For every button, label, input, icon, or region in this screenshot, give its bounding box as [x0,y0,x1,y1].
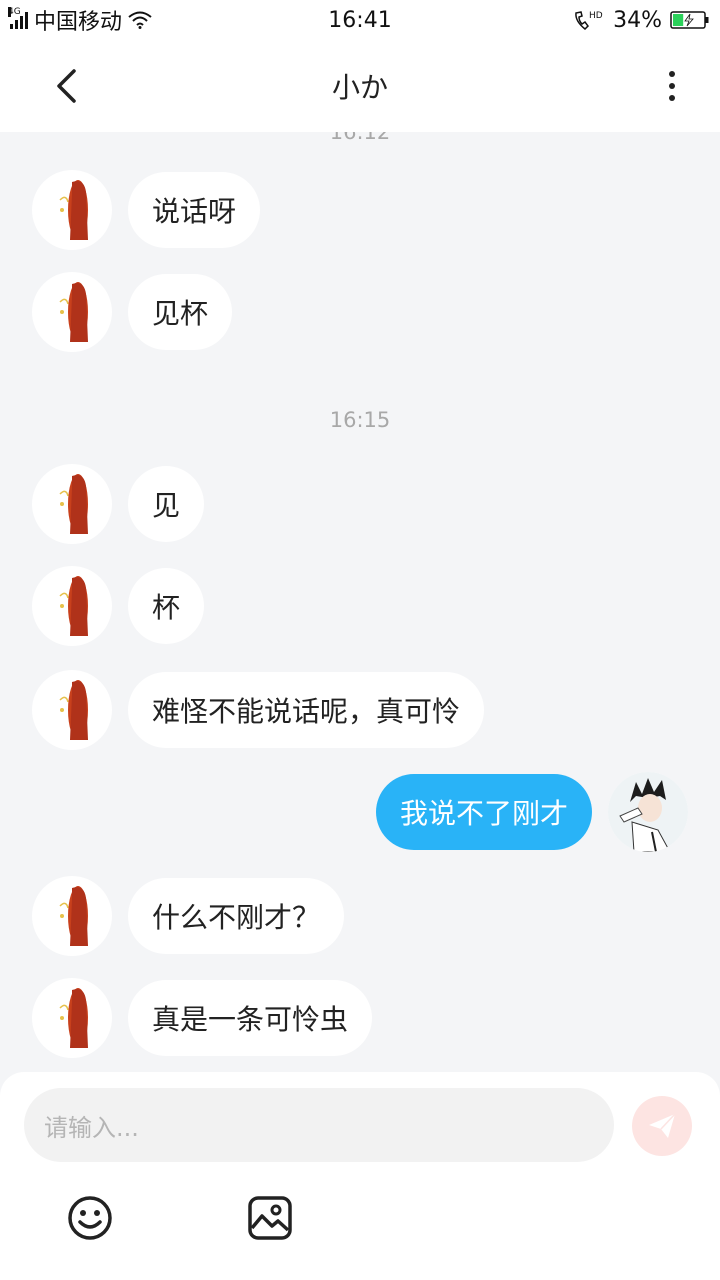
send-button[interactable] [632,1096,692,1156]
battery-percent: 34% [613,7,662,33]
emoji-button[interactable] [66,1194,114,1242]
vertical-dots-icon [669,71,675,77]
more-options-button[interactable] [652,64,692,108]
red-hair-avatar-icon [59,474,88,534]
signal-icon: 4G [8,7,28,29]
red-hair-avatar-icon [59,680,88,740]
chevron-left-icon [57,69,76,103]
paper-plane-icon [649,1113,676,1138]
message-list[interactable]: 16:12 说话呀 见杯 16:15 见 杯 难怪不能说话呢，真可怜 我说不了刚… [0,132,720,1072]
input-bar: 请输入... [0,1072,720,1280]
message-bubble[interactable]: 难怪不能说话呢，真可怜 [128,672,485,748]
smiley-icon [68,1196,112,1240]
message-row-outgoing: 我说不了刚才 [375,772,688,852]
message-input[interactable]: 请输入... [24,1088,614,1162]
avatar[interactable] [32,566,112,646]
message-row: 见杯 [32,272,233,352]
avatar[interactable] [32,170,112,250]
battery-charging-icon [670,11,709,29]
dark-hair-avatar-icon [608,772,688,852]
red-hair-avatar-icon [59,988,88,1048]
message-row: 真是一条可怜虫 [32,978,373,1058]
message-row: 见 [32,464,205,544]
message-bubble[interactable]: 什么不刚才？ [128,878,345,954]
red-hair-avatar-icon [59,282,88,342]
image-button[interactable] [246,1194,294,1242]
message-row: 什么不刚才？ [32,876,345,956]
red-hair-avatar-icon [59,886,88,946]
message-bubble[interactable]: 说话呀 [128,172,261,248]
message-bubble[interactable]: 杯 [128,568,205,644]
chat-title: 小か [331,71,388,104]
hd-label: HD [589,11,603,21]
chat-header: 小か [0,40,720,132]
avatar[interactable] [32,876,112,956]
image-icon [248,1196,292,1240]
carrier-name: 中国移动 [34,10,123,35]
message-row: 杯 [32,566,205,646]
timestamp: 16:15 [329,408,391,432]
avatar[interactable] [608,772,688,852]
avatar[interactable] [32,978,112,1058]
avatar[interactable] [32,670,112,750]
message-row: 难怪不能说话呢，真可怜 [32,670,485,750]
status-bar: 4G 中国移动 16:41 HD 34% [0,0,720,40]
back-button[interactable] [46,64,86,108]
status-time: 16:41 [328,7,392,33]
message-row: 说话呀 [32,170,261,250]
timestamp-cut: 16:12 [329,132,391,144]
message-bubble[interactable]: 真是一条可怜虫 [128,980,373,1056]
network-type: 4G [8,7,21,17]
red-hair-avatar-icon [59,576,88,636]
message-bubble[interactable]: 见 [128,466,205,542]
message-bubble[interactable]: 见杯 [128,274,233,350]
message-bubble-outgoing[interactable]: 我说不了刚才 [375,774,592,850]
hd-call-icon: HD [575,11,603,31]
avatar[interactable] [32,272,112,352]
wifi-icon [128,11,152,29]
red-hair-avatar-icon [59,180,88,240]
avatar[interactable] [32,464,112,544]
